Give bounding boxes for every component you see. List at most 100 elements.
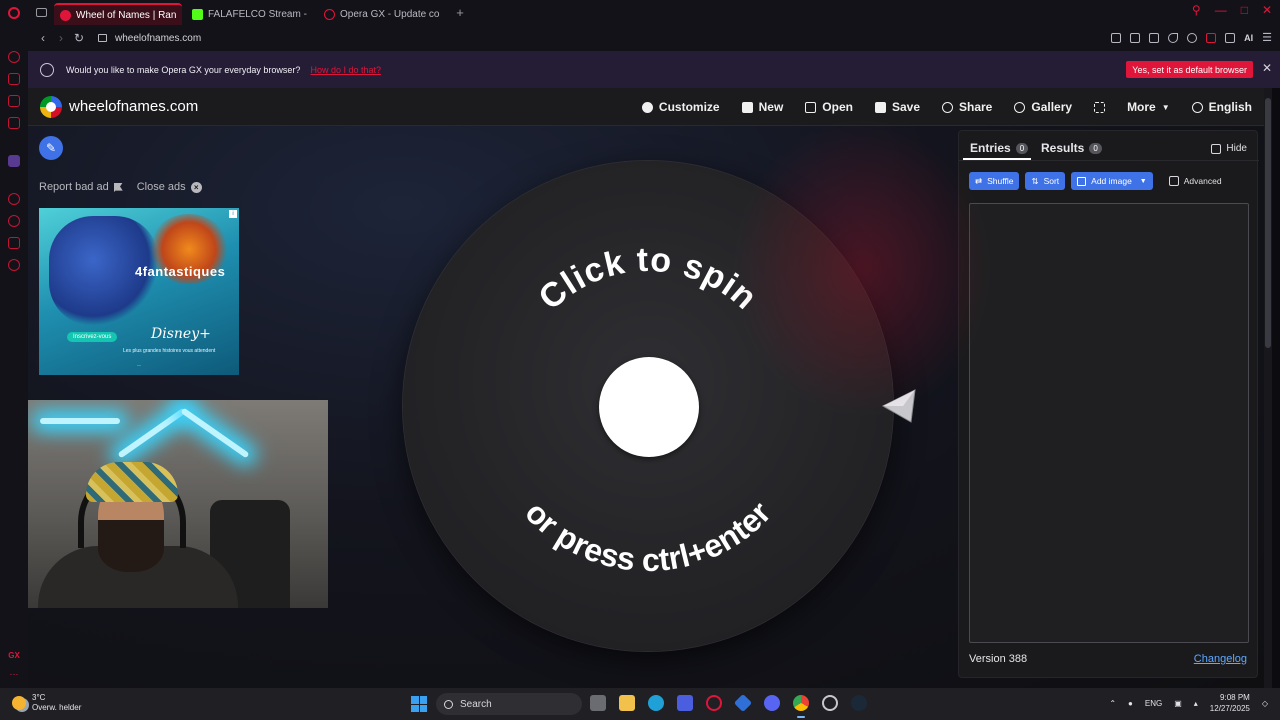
browser-tab-opera-update[interactable]: Opera GX - Update comp xyxy=(318,3,446,25)
ad-cta-button[interactable]: Inscrivez-vous xyxy=(67,332,118,342)
browser-tab-wheel-of-names[interactable]: Wheel of Names | Random xyxy=(54,3,182,25)
chrome-icon[interactable] xyxy=(793,695,809,718)
store-icon[interactable] xyxy=(677,695,693,711)
wheel-bottom-text: or press ctrl+enter xyxy=(518,494,777,578)
shield-icon[interactable] xyxy=(1149,32,1160,43)
back-icon[interactable]: ‹ xyxy=(34,31,52,45)
clock-icon[interactable] xyxy=(8,215,20,227)
notification-icon[interactable]: ◇ xyxy=(1262,699,1268,708)
close-window-icon[interactable]: ✕ xyxy=(1262,3,1272,17)
more-options-icon[interactable]: ⋯ xyxy=(10,669,19,680)
language-button[interactable]: English xyxy=(1191,100,1252,114)
weather-widget[interactable]: 3°C Overw. helder xyxy=(12,693,81,713)
customize-button[interactable]: Customize xyxy=(641,100,720,114)
history-icon[interactable] xyxy=(8,193,20,205)
checkbox-icon[interactable] xyxy=(1211,143,1222,154)
reload-icon[interactable]: ↻ xyxy=(70,31,88,45)
checkbox-icon[interactable] xyxy=(1168,176,1179,186)
new-button[interactable]: New xyxy=(741,100,783,114)
volume-icon[interactable]: ▴ xyxy=(1194,699,1198,708)
network-icon[interactable]: ▣ xyxy=(1174,699,1182,708)
tab-entries[interactable]: Entries 0 xyxy=(970,141,1029,155)
button-label: Add image xyxy=(1091,176,1132,186)
hide-label: Hide xyxy=(1226,143,1247,154)
maximize-icon[interactable]: □ xyxy=(1241,3,1248,17)
chevron-up-icon[interactable]: ⌃ xyxy=(1109,699,1116,708)
app-icon[interactable] xyxy=(733,693,753,713)
sort-button[interactable]: ⇅ Sort xyxy=(1025,172,1066,190)
file-explorer-icon[interactable] xyxy=(619,695,635,711)
tab-manager-icon[interactable] xyxy=(28,0,54,25)
edge-icon[interactable] xyxy=(648,695,664,711)
browser-tab-falafelco[interactable]: FALAFELCO Stream - Wat xyxy=(186,3,314,25)
gallery-button[interactable]: Gallery xyxy=(1014,100,1072,114)
save-button[interactable]: Save xyxy=(874,100,920,114)
opera-gx-logo-icon[interactable] xyxy=(0,0,28,25)
instagram-icon[interactable] xyxy=(8,117,20,129)
wheel-hub[interactable] xyxy=(599,357,699,457)
language-indicator[interactable]: ENG xyxy=(1145,699,1162,708)
close-circle-icon: × xyxy=(190,181,202,193)
minimize-icon[interactable]: — xyxy=(1215,3,1227,17)
close-ads-link[interactable]: Close ads × xyxy=(137,181,202,193)
entries-textarea[interactable] xyxy=(969,203,1249,643)
count-badge: 0 xyxy=(1015,142,1029,154)
heart-icon[interactable] xyxy=(1187,32,1198,43)
report-bad-ad-link[interactable]: Report bad ad xyxy=(39,181,123,193)
edit-pencil-button[interactable]: ✎ xyxy=(39,136,63,160)
gx-corner-icon[interactable] xyxy=(8,73,20,85)
scrollbar-thumb[interactable] xyxy=(1265,98,1271,348)
discord-icon[interactable] xyxy=(764,695,780,711)
set-default-browser-button[interactable]: Yes, set it as default browser xyxy=(1126,61,1253,78)
player-icon[interactable] xyxy=(8,95,20,107)
gx-icon[interactable]: GX xyxy=(8,651,20,660)
share-button[interactable]: Share xyxy=(942,100,992,114)
new-tab-button[interactable]: + xyxy=(450,5,470,20)
page-scrollbar[interactable] xyxy=(1264,88,1272,688)
settings-icon[interactable] xyxy=(8,259,20,271)
add-image-button[interactable]: Add image ▼ xyxy=(1071,172,1153,190)
bookmark-icon[interactable] xyxy=(1111,32,1122,43)
windows-start-icon[interactable] xyxy=(411,696,427,712)
forward-icon[interactable]: › xyxy=(52,31,70,45)
adchoices-icon[interactable]: i xyxy=(229,210,237,218)
clock[interactable]: 9:08 PM 12/27/2025 xyxy=(1210,692,1250,714)
taskbar-search[interactable]: Search xyxy=(436,693,582,715)
task-view-icon[interactable] xyxy=(590,695,606,711)
shuffle-button[interactable]: ⇄ Shuffle xyxy=(969,172,1020,190)
url-field[interactable]: wheelofnames.com xyxy=(115,33,201,44)
search-icon[interactable]: ⚲ xyxy=(1192,3,1201,17)
changelog-link[interactable]: Changelog xyxy=(1194,653,1247,665)
easy-setup-icon[interactable]: ☰ xyxy=(1262,31,1272,44)
download-icon[interactable] xyxy=(1225,32,1236,43)
tab-favicon-icon xyxy=(60,9,71,21)
more-button[interactable]: More ▼ xyxy=(1127,100,1170,114)
obs-icon[interactable] xyxy=(822,695,838,711)
advanced-checkbox[interactable]: Advanced xyxy=(1168,176,1222,186)
extensions-icon[interactable] xyxy=(8,237,20,249)
twitch-icon[interactable] xyxy=(8,155,20,167)
spin-wheel[interactable]: Click to spin or press ctrl+enter xyxy=(403,161,893,651)
pencil-icon: ✎ xyxy=(45,141,57,155)
ai-button[interactable]: AI xyxy=(1244,33,1253,43)
play-icon[interactable] xyxy=(1168,32,1179,43)
tab-results[interactable]: Results 0 xyxy=(1041,141,1102,155)
web-page: wheelofnames.com Customize New Open Save… xyxy=(28,88,1272,688)
gx-control-icon[interactable] xyxy=(8,51,20,63)
snapshot-icon[interactable] xyxy=(1130,32,1141,43)
caret-down-icon: ▼ xyxy=(1139,177,1147,185)
wallet-icon[interactable] xyxy=(1206,32,1217,43)
wheel-logo-icon[interactable] xyxy=(40,95,62,118)
microphone-icon[interactable]: ● xyxy=(1128,699,1133,708)
infobar-help-link[interactable]: How do I do that? xyxy=(310,65,381,75)
ad-banner[interactable]: 4fantastiques Inscrivez-vous Disney+ Les… xyxy=(39,208,239,375)
open-button[interactable]: Open xyxy=(805,100,853,114)
wheel-pointer-icon xyxy=(881,389,916,423)
close-icon[interactable]: ✕ xyxy=(1262,61,1272,75)
wheel-top-text: Click to spin xyxy=(532,241,765,318)
site-title[interactable]: wheelofnames.com xyxy=(69,98,198,115)
hide-checkbox[interactable]: Hide xyxy=(1211,143,1247,154)
steam-icon[interactable] xyxy=(851,695,867,711)
opera-gx-icon[interactable] xyxy=(706,695,722,711)
fullscreen-button[interactable] xyxy=(1094,100,1106,114)
